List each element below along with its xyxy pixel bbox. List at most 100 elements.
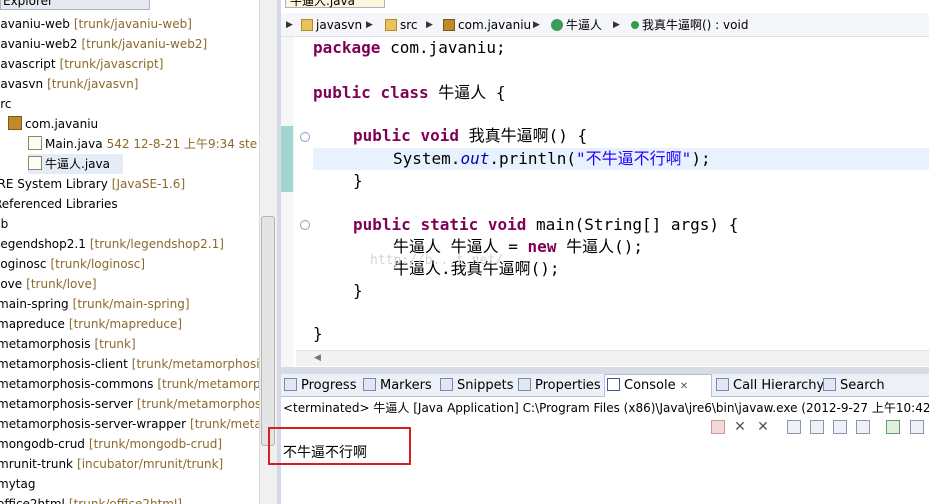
tree-item[interactable]: javaniu-web2 [trunk/javaniu-web2] (0, 34, 207, 54)
method-icon (631, 21, 639, 29)
tree-item[interactable]: mrunit-trunk [incubator/mrunit/trunk] (0, 454, 223, 474)
explorer-scrollbar-thumb[interactable] (261, 216, 275, 446)
clear-console-icon[interactable] (787, 420, 801, 434)
tree-item[interactable]: metamorphosis-commons [trunk/metamorpho (0, 374, 276, 394)
tree-item[interactable]: Main.java 542 12-8-21 上午9:34 ste (28, 134, 257, 154)
tree-item-decoration: [trunk/javascript] (59, 57, 164, 71)
tree-item-decoration: [trunk/javaniu-web2] (81, 37, 208, 51)
snippets-icon (440, 378, 453, 391)
source-folder-icon (385, 19, 397, 31)
code-line-5: } (353, 171, 363, 190)
tree-item[interactable]: com.javaniu (8, 114, 102, 134)
pin-console-icon[interactable] (886, 420, 900, 434)
fold-toggle-icon[interactable] (300, 220, 310, 230)
tree-item[interactable]: JRE System Library [JavaSE-1.6] (0, 174, 185, 194)
tree-item[interactable]: metamorphosis-client [trunk/metamorphosis… (0, 354, 277, 374)
tree-item-decoration: [trunk/metamorpho (157, 377, 276, 391)
tree-item[interactable]: Referenced Libraries (0, 194, 122, 214)
java-file-icon (28, 156, 42, 170)
close-icon[interactable]: ✕ (680, 381, 688, 392)
tab-progress[interactable]: Progress (284, 375, 356, 397)
tree-item[interactable]: 牛逼人.java (28, 154, 123, 174)
scroll-left-icon[interactable]: ◀ (314, 353, 321, 363)
word-wrap-icon[interactable] (833, 420, 847, 434)
tree-item-decoration: [trunk/loginosc] (50, 257, 146, 271)
tree-item-decoration: [trunk/javaniu-web] (73, 17, 192, 31)
tree-item-label: mapreduce (0, 317, 65, 331)
tree-item[interactable]: mongodb-crud [trunk/mongodb-crud] (0, 434, 222, 454)
tree-item-decoration: [trunk/legendshop2.1] (89, 237, 224, 251)
tab-call-hierarchy[interactable]: Call Hierarchy (716, 375, 824, 397)
tree-item[interactable]: javasvn [trunk/javasvn] (0, 74, 138, 94)
breadcrumb-project[interactable]: javasvn (301, 13, 362, 37)
breadcrumb-arrow-icon: ▶ (426, 20, 433, 30)
tree-item[interactable]: javascript [trunk/javascript] (0, 54, 163, 74)
project-icon (301, 19, 313, 31)
breadcrumb-arrow-icon: ▶ (286, 20, 293, 30)
tab-snippets[interactable]: Snippets (440, 375, 513, 397)
tab-markers[interactable]: Markers (363, 375, 432, 397)
tree-item-label: loginosc (0, 257, 47, 271)
fold-toggle-icon[interactable] (300, 132, 310, 142)
show-console-icon[interactable] (856, 420, 870, 434)
tree-item[interactable]: metamorphosis-server-wrapper [trunk/metam (0, 414, 273, 434)
package-explorer-tab[interactable]: Explorer (0, 0, 150, 10)
editor-tab[interactable]: 牛逼人.java (285, 0, 385, 8)
tree-item-label: Main.java (45, 137, 103, 151)
tab-properties[interactable]: Properties (518, 375, 601, 397)
tree-item-label: mrunit-trunk (0, 457, 74, 471)
scroll-lock-icon[interactable] (810, 420, 824, 434)
tree-item[interactable]: lib (0, 214, 12, 234)
tree-item-label: javaniu-web (0, 17, 70, 31)
ruler-highlight (281, 126, 293, 192)
package-icon (8, 116, 22, 130)
tree-item[interactable]: src (0, 94, 16, 114)
tree-item-label: legendshop2.1 (0, 237, 86, 251)
display-console-icon[interactable] (910, 420, 924, 434)
tab-console[interactable]: Console ✕ (607, 375, 688, 397)
tree-item-label: metamorphosis-client (0, 357, 128, 371)
tree-item-label: JRE System Library (0, 177, 108, 191)
code-line-10: } (313, 324, 323, 343)
tree-item[interactable]: mapreduce [trunk/mapreduce] (0, 314, 182, 334)
console-output-text: 不牛逼不行啊 (283, 445, 367, 461)
views-separator (281, 367, 929, 374)
code-line-3: public void 我真牛逼啊() { (353, 126, 588, 145)
tree-item[interactable]: loginosc [trunk/loginosc] (0, 254, 145, 274)
breadcrumb-class[interactable]: 牛逼人 (551, 13, 602, 37)
tree-item-decoration: [trunk/metamorphosis (136, 397, 271, 411)
tree-item-decoration: [trunk/mapreduce] (68, 317, 183, 331)
package-explorer: Explorer javaniu-web [trunk/javaniu-web] j… (0, 0, 278, 504)
remove-launch-icon[interactable]: ✕ (733, 420, 747, 434)
breadcrumb-method[interactable]: 我真牛逼啊() : void (631, 13, 748, 37)
tree-item-decoration: [trunk/love] (26, 277, 97, 291)
tree-item[interactable]: metamorphosis [trunk] (0, 334, 136, 354)
remove-all-icon[interactable]: ✕ (756, 420, 770, 434)
tree-item[interactable]: office2html [trunk/office2html] (0, 494, 182, 504)
code-line-9: } (353, 281, 363, 300)
properties-icon (518, 378, 531, 391)
tree-item[interactable]: metamorphosis-server [trunk/metamorphosis (0, 394, 271, 414)
tree-item[interactable]: mytag (0, 474, 39, 494)
tab-search[interactable]: Search (823, 375, 885, 397)
tree-item[interactable]: legendshop2.1 [trunk/legendshop2.1] (0, 234, 224, 254)
code-line-6: public static void main(String[] args) { (353, 215, 739, 234)
editor-horizontal-scrollbar[interactable]: ◀ (296, 350, 929, 366)
breadcrumb-project-label: javasvn (316, 18, 363, 32)
tree-item[interactable]: love[trunk/love] (0, 274, 97, 294)
terminate-icon[interactable] (711, 420, 725, 434)
tree-item-decoration: [trunk/office2html] (68, 497, 183, 504)
tree-item-label: metamorphosis (0, 337, 91, 351)
tab-call-hierarchy-label: Call Hierarchy (733, 378, 825, 393)
tree-item[interactable]: javaniu-web [trunk/javaniu-web] (0, 14, 192, 34)
breadcrumb-package[interactable]: com.javaniu (443, 13, 531, 37)
tree-item-decoration: [trunk/mongodb-crud] (88, 437, 223, 451)
tab-search-label: Search (840, 378, 885, 393)
breadcrumb-src[interactable]: src (385, 13, 418, 37)
tree-item[interactable]: main-spring [trunk/main-spring] (0, 294, 190, 314)
search-icon (823, 378, 836, 391)
tree-item-label: mongodb-crud (0, 437, 85, 451)
tree-item-decoration: [trunk/javasvn] (47, 77, 139, 91)
java-file-icon (28, 136, 42, 150)
tree-item-decoration: [incubator/mrunit/trunk] (77, 457, 224, 471)
